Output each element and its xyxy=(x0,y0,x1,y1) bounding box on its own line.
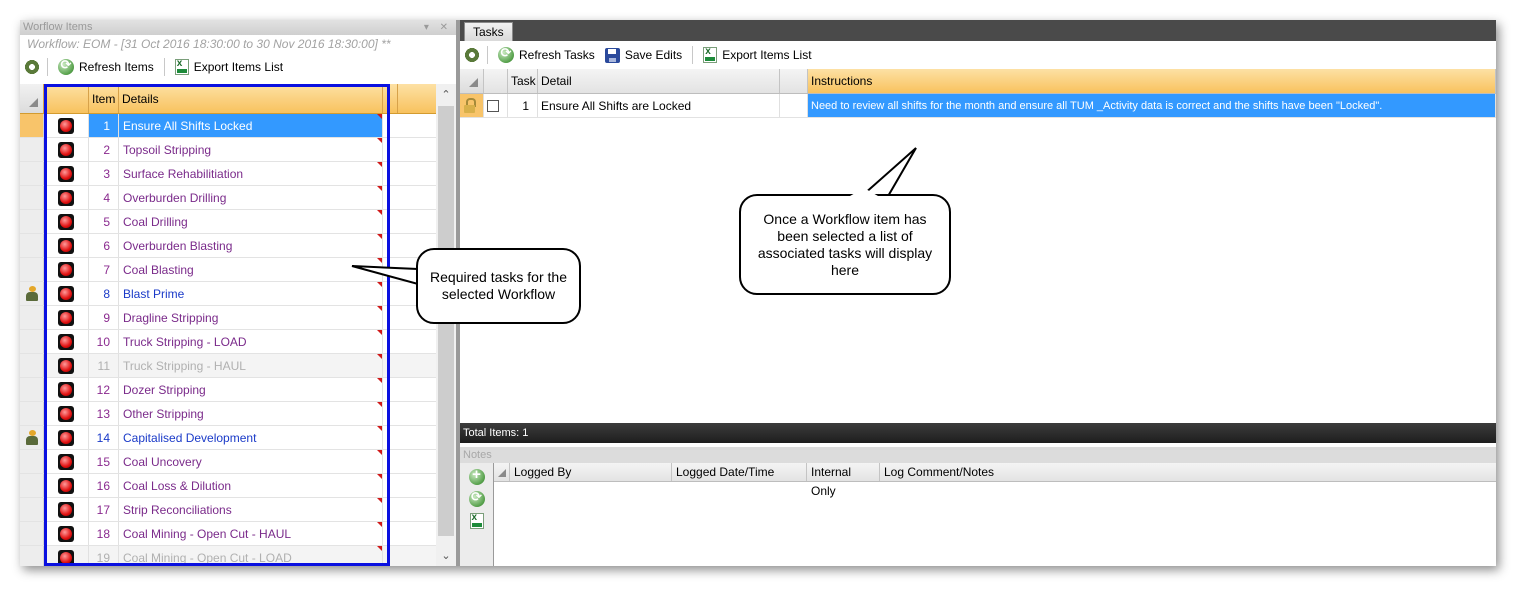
callout-tail-covers xyxy=(418,188,878,289)
